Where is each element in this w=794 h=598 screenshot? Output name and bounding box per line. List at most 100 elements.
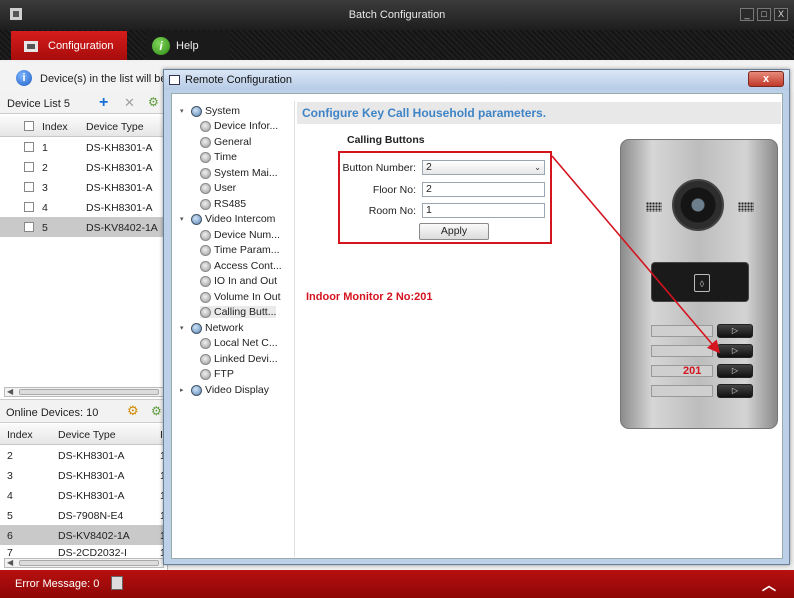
- table-row[interactable]: 2 DS-KH8301-A: [0, 157, 168, 177]
- tree-io-in-out[interactable]: IO In and Out: [200, 275, 277, 287]
- door-station-image: ◊ ▷ ▷ ▷ ▷ 201: [620, 139, 780, 434]
- table-row[interactable]: 3 DS-KH8301-A: [0, 177, 168, 197]
- add-icon[interactable]: +: [99, 94, 108, 112]
- settings-icon[interactable]: ⚙: [148, 95, 159, 109]
- config-header-title: Configure Key Call Household parameters.: [302, 106, 547, 120]
- device-search-icon[interactable]: ⚙: [127, 403, 139, 419]
- row-device-type: DS-KH8301-A: [58, 490, 125, 502]
- table-row[interactable]: 1 DS-KH8301-A: [0, 137, 168, 157]
- tree-user[interactable]: User: [200, 182, 236, 194]
- tree-label: User: [214, 182, 237, 194]
- tree-volume[interactable]: Volume In Out: [200, 291, 281, 303]
- camera-lens-icon: [672, 179, 724, 231]
- tree-time[interactable]: Time: [200, 151, 237, 163]
- row-index: 3: [7, 470, 13, 482]
- delete-icon[interactable]: ✕: [124, 95, 135, 111]
- column-index[interactable]: Index: [7, 429, 33, 441]
- tree-system-maintenance[interactable]: System Mai...: [200, 167, 278, 179]
- close-button[interactable]: X: [774, 8, 788, 21]
- tree-linked-devices[interactable]: Linked Devi...: [200, 353, 278, 365]
- dialog-close-button[interactable]: x: [748, 71, 784, 87]
- room-number-input[interactable]: 1: [422, 203, 545, 218]
- row-checkbox[interactable]: [24, 182, 34, 192]
- table-row[interactable]: 5 DS-KV8402-1A: [0, 217, 168, 237]
- column-device-type[interactable]: Device Type: [86, 121, 144, 133]
- row-device-type: DS-KH8301-A: [86, 162, 153, 174]
- name-plate: [651, 365, 713, 377]
- menu-configuration[interactable]: Configuration: [11, 31, 127, 60]
- table-row[interactable]: 6 DS-KV8402-1A 1: [0, 525, 168, 545]
- tree-device-number[interactable]: Device Num...: [200, 229, 280, 241]
- row-checkbox[interactable]: [24, 142, 34, 152]
- tree-video-display[interactable]: ▸ Video Display: [180, 384, 269, 396]
- expand-icon[interactable]: ▸: [180, 386, 188, 394]
- online-devices-title: Online Devices: 10: [6, 407, 99, 419]
- column-device-type[interactable]: Device Type: [58, 429, 116, 441]
- floor-number-input[interactable]: 2: [422, 182, 545, 197]
- scrollbar-thumb[interactable]: [19, 389, 159, 395]
- online-devices-scrollbar[interactable]: ◀: [4, 558, 164, 568]
- minimize-button[interactable]: _: [740, 8, 754, 21]
- name-plate: [651, 325, 713, 337]
- settings-icon[interactable]: ⚙: [151, 404, 162, 418]
- scroll-left-icon[interactable]: ◀: [7, 558, 13, 567]
- tree-local-network[interactable]: Local Net C...: [200, 337, 278, 349]
- video-display-icon: [191, 384, 202, 396]
- button-number-select[interactable]: 2 ⌄: [422, 160, 545, 175]
- table-row[interactable]: 3 DS-KH8301-A 1: [0, 465, 168, 485]
- log-icon[interactable]: [111, 576, 123, 590]
- row-checkbox[interactable]: [24, 202, 34, 212]
- expand-up-icon[interactable]: ︿: [762, 575, 776, 595]
- column-index[interactable]: Index: [42, 121, 68, 133]
- button-number-value: 2: [426, 161, 432, 173]
- row-index: 2: [42, 162, 48, 174]
- speaker-icon: [646, 202, 662, 212]
- tree-ftp[interactable]: FTP: [200, 368, 234, 380]
- select-all-checkbox[interactable]: [24, 121, 34, 131]
- apply-button[interactable]: Apply: [419, 223, 489, 240]
- gear-icon: [200, 368, 211, 380]
- call-button-row: ▷: [651, 384, 753, 398]
- card-reader-icon: ◊: [694, 274, 710, 292]
- table-row[interactable]: 4 DS-KH8301-A 1: [0, 485, 168, 505]
- online-devices-table-header: Index Device Type I: [0, 424, 168, 445]
- row-device-type: DS-KH8301-A: [86, 182, 153, 194]
- chevron-down-icon[interactable]: ⌄: [534, 161, 541, 174]
- tree-label: Network: [205, 322, 244, 334]
- dialog-title: Remote Configuration: [185, 74, 293, 86]
- table-row[interactable]: 7 DS-2CD2032-I 1: [0, 545, 168, 557]
- row-index: 4: [7, 490, 13, 502]
- tree-time-parameters[interactable]: Time Param...: [200, 244, 280, 256]
- tree-network[interactable]: ▾ Network: [180, 322, 244, 334]
- tree-calling-button[interactable]: Calling Butt...: [200, 306, 277, 318]
- row-checkbox[interactable]: [24, 222, 34, 232]
- row-checkbox[interactable]: [24, 162, 34, 172]
- device-list-scrollbar[interactable]: ◀: [4, 387, 164, 397]
- row-index: 2: [7, 450, 13, 462]
- tree-system[interactable]: ▾ System: [180, 105, 240, 117]
- row-index: 1: [42, 142, 48, 154]
- network-icon: [191, 322, 202, 334]
- tree-video-intercom[interactable]: ▾ Video Intercom: [180, 213, 275, 225]
- scroll-left-icon[interactable]: ◀: [7, 387, 13, 396]
- tree-rs485[interactable]: RS485: [200, 198, 246, 210]
- tree-access-control[interactable]: Access Cont...: [200, 260, 282, 272]
- tree-label: Local Net C...: [214, 337, 278, 349]
- gear-icon: [200, 337, 211, 349]
- tree-label: FTP: [214, 368, 234, 380]
- table-row[interactable]: 5 DS-7908N-E4 1: [0, 505, 168, 525]
- scrollbar-thumb[interactable]: [19, 560, 159, 566]
- table-row[interactable]: 4 DS-KH8301-A: [0, 197, 168, 217]
- room-number-label: Room No:: [368, 205, 416, 217]
- tree-label: Time: [214, 151, 237, 163]
- tree-device-info[interactable]: Device Infor...: [200, 120, 278, 132]
- menu-help[interactable]: i Help: [146, 31, 230, 60]
- table-row[interactable]: 2 DS-KH8301-A 1: [0, 445, 168, 465]
- tree-general[interactable]: General: [200, 136, 251, 148]
- maximize-button[interactable]: □: [757, 8, 771, 21]
- collapse-icon[interactable]: ▾: [180, 107, 188, 115]
- collapse-icon[interactable]: ▾: [180, 215, 188, 223]
- info-icon: i: [16, 70, 32, 86]
- info-text: Device(s) in the list will be co: [40, 73, 182, 85]
- collapse-icon[interactable]: ▾: [180, 324, 188, 332]
